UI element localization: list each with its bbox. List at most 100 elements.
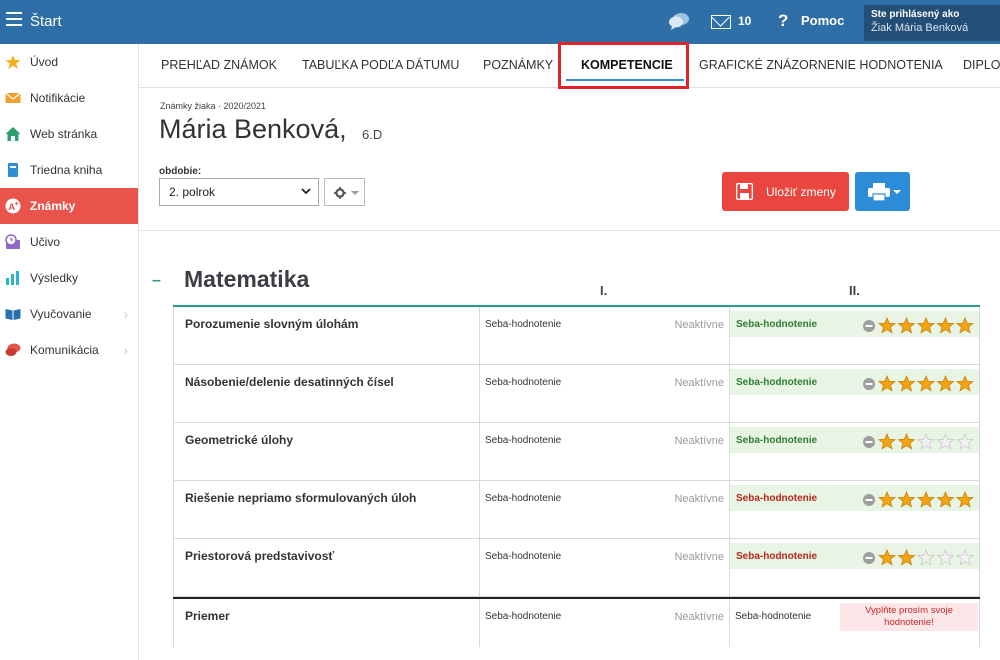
star-filled-icon[interactable] <box>897 316 916 334</box>
self-evaluation-strip: Seba-hodnotenie <box>730 369 979 395</box>
collapse-icon[interactable]: – <box>152 272 161 290</box>
sidebar-item-label: Notifikácie <box>30 91 86 105</box>
top-bar: Štart 10 ? Pomoc Ste prihlásený ako Žiak… <box>0 0 1000 44</box>
star-filled-icon[interactable] <box>897 432 916 450</box>
star-empty-icon[interactable] <box>916 548 936 566</box>
star-rating[interactable] <box>862 316 974 336</box>
subject-title: Matematika <box>184 266 310 292</box>
star-empty-icon[interactable] <box>936 432 955 450</box>
hamburger-menu-icon[interactable] <box>6 12 22 26</box>
star-rating-graphic <box>863 374 974 392</box>
page-title: Mária Benková, <box>159 114 347 144</box>
help-icon[interactable]: ? <box>778 11 788 31</box>
competency-name: Geometrické úlohy <box>173 423 480 480</box>
sidebar-item-notifikacie[interactable]: Notifikácie <box>0 80 138 116</box>
star-filled-icon[interactable] <box>936 490 955 508</box>
tab-graficke-znazornenie[interactable]: GRAFICKÉ ZNÁZORNENIE HODNOTENIA <box>699 58 943 72</box>
clock-icon <box>5 234 20 249</box>
star-filled-icon[interactable] <box>897 374 916 392</box>
sidebar-item-label: Úvod <box>30 55 59 69</box>
period-select[interactable]: 2. polrok <box>159 178 319 206</box>
star-filled-icon[interactable] <box>877 432 897 450</box>
star-filled-icon[interactable] <box>877 316 897 334</box>
tab-prehlad-znamok[interactable]: PREHĽAD ZNÁMOK <box>161 58 277 72</box>
star-filled-icon[interactable] <box>877 374 897 392</box>
chat-icon <box>5 343 21 356</box>
star-filled-icon[interactable] <box>916 316 936 334</box>
chat-bubbles-icon[interactable] <box>668 11 690 31</box>
chevron-right-icon: › <box>123 343 128 358</box>
caret-down-icon <box>351 191 359 195</box>
star-empty-icon[interactable] <box>955 432 974 450</box>
star-filled-icon[interactable] <box>916 374 936 392</box>
sidebar-item-triedna-kniha[interactable]: Triedna kniha <box>0 152 138 188</box>
logged-in-label: Ste prihlásený ako <box>871 9 960 20</box>
mail-icon[interactable] <box>711 15 731 29</box>
period-1-cell: Seba-hodnotenie Neaktívne <box>480 423 730 480</box>
star-filled-icon[interactable] <box>936 316 955 334</box>
tab-poznamky[interactable]: POZNÁMKY <box>483 58 553 72</box>
sidebar-item-label: Učivo <box>30 235 61 249</box>
self-evaluation-label: Seba-hodnotenie <box>485 493 562 504</box>
settings-dropdown-button[interactable] <box>324 178 365 206</box>
self-evaluation-label: Seba-hodnotenie <box>485 435 562 446</box>
period-2-cell: Seba-hodnotenie Vyplňte prosím svoje hod… <box>730 599 980 647</box>
clear-rating-icon[interactable] <box>863 320 875 332</box>
sidebar-item-vyucovanie[interactable]: Vyučovanie › <box>0 296 138 332</box>
tab-tabulka-podla-datumu[interactable]: TABUĽKA PODĽA DÁTUMU <box>302 58 459 72</box>
period-2-header: II. <box>849 283 860 298</box>
star-filled-icon[interactable] <box>877 490 897 508</box>
star-filled-icon[interactable] <box>897 490 916 508</box>
competency-name: Priestorová predstavivosť <box>173 539 480 596</box>
star-filled-icon[interactable] <box>955 316 974 334</box>
section-divider <box>139 230 1000 231</box>
star-filled-icon[interactable] <box>916 490 936 508</box>
clear-rating-icon[interactable] <box>863 552 875 564</box>
period-select-value: 2. polrok <box>169 185 216 199</box>
self-evaluation-label: Seba-hodnotenie <box>485 377 562 388</box>
sidebar-item-vysledky[interactable]: Výsledky <box>0 260 138 296</box>
self-evaluation-label: Seba-hodnotenie <box>736 435 818 446</box>
sidebar-item-znamky[interactable]: A + Známky <box>0 188 138 224</box>
app-title[interactable]: Štart <box>30 13 62 30</box>
competency-name: Násobenie/delenie desatinných čísel <box>173 365 480 422</box>
save-button[interactable]: Uložiť zmeny <box>722 172 849 211</box>
user-menu[interactable]: Ste prihlásený ako Žiak Mária Benková <box>864 5 1000 41</box>
star-rating-graphic <box>863 432 974 450</box>
svg-text:+: + <box>15 201 19 208</box>
star-filled-icon[interactable] <box>955 490 974 508</box>
star-rating[interactable] <box>862 548 974 568</box>
clear-rating-icon[interactable] <box>863 494 875 506</box>
sidebar-item-web-stranka[interactable]: Web stránka <box>0 116 138 152</box>
self-evaluation-label: Seba-hodnotenie <box>485 319 562 330</box>
star-filled-icon[interactable] <box>877 548 897 566</box>
star-filled-icon[interactable] <box>955 374 974 392</box>
star-rating[interactable] <box>862 432 974 452</box>
clear-rating-icon[interactable] <box>863 378 875 390</box>
period-1-cell: Seba-hodnotenie Neaktívne <box>480 365 730 422</box>
self-evaluation-label: Seba-hodnotenie <box>736 493 818 504</box>
clear-rating-icon[interactable] <box>863 436 875 448</box>
breadcrumb: Známky žiaka · 2020/2021 <box>160 101 267 111</box>
sidebar-item-uvod[interactable]: Úvod <box>0 44 138 80</box>
star-rating[interactable] <box>862 490 974 510</box>
star-filled-icon[interactable] <box>936 374 955 392</box>
help-link[interactable]: Pomoc <box>801 13 844 28</box>
sidebar-item-label: Výsledky <box>30 271 79 285</box>
star-empty-icon[interactable] <box>916 432 936 450</box>
self-evaluation-strip: Seba-hodnotenie <box>730 427 979 453</box>
print-dropdown-button[interactable] <box>855 172 910 211</box>
tab-diplomy[interactable]: DIPLO <box>963 58 1000 72</box>
star-empty-icon[interactable] <box>955 548 974 566</box>
competencies-table: Porozumenie slovným úlohám Seba-hodnoten… <box>173 307 980 647</box>
star-empty-icon[interactable] <box>936 548 955 566</box>
sidebar-item-ucivo[interactable]: Učivo <box>0 224 138 260</box>
save-button-label: Uložiť zmeny <box>766 185 836 199</box>
inactive-status: Neaktívne <box>674 435 724 447</box>
average-label: Priemer <box>173 599 480 647</box>
star-filled-icon[interactable] <box>897 548 916 566</box>
sidebar-item-komunikacia[interactable]: Komunikácia › <box>0 332 138 368</box>
inactive-status: Neaktívne <box>674 493 724 505</box>
star-rating[interactable] <box>862 374 974 394</box>
gear-icon <box>334 187 346 199</box>
